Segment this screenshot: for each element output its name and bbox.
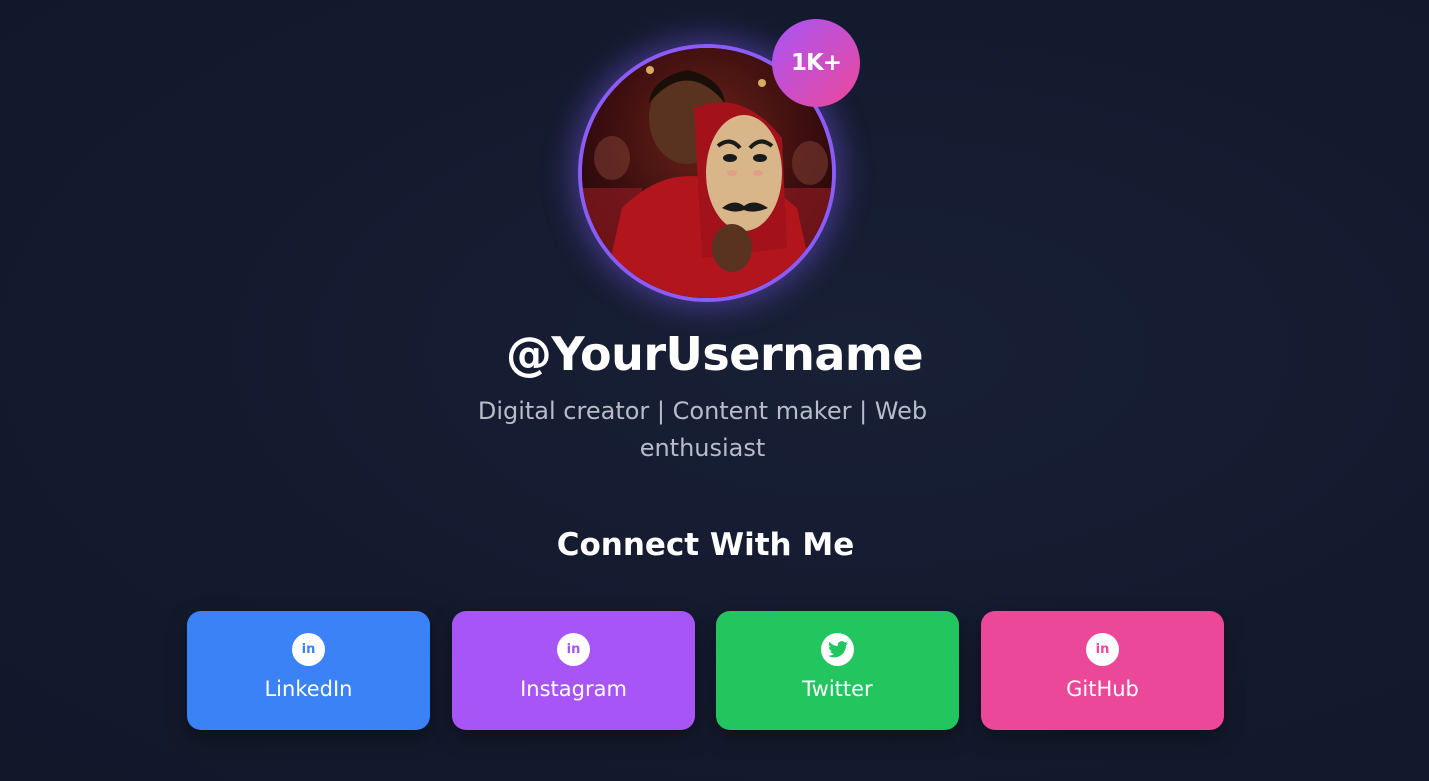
link-label-twitter: Twitter: [802, 677, 873, 701]
link-label-instagram: Instagram: [520, 677, 627, 701]
linkedin-icon: in: [1086, 633, 1119, 666]
link-label-github: GitHub: [1066, 677, 1139, 701]
follower-count-badge: 1K+: [772, 19, 860, 107]
instagram-link-button[interactable]: in Instagram: [452, 611, 695, 730]
connect-heading: Connect With Me: [556, 527, 855, 563]
github-link-button[interactable]: in GitHub: [981, 611, 1224, 730]
twitter-icon: [821, 633, 854, 666]
twitter-link-button[interactable]: Twitter: [716, 611, 959, 730]
linkedin-link-button[interactable]: in LinkedIn: [187, 611, 430, 730]
linkedin-icon: in: [557, 633, 590, 666]
twitter-bird-glyph: [827, 641, 848, 658]
linkedin-icon: in: [292, 633, 325, 666]
username-heading: @YourUsername: [505, 327, 924, 381]
profile-page: 1K+ @YourUsername Digital creator | Cont…: [0, 0, 1429, 781]
link-label-linkedin: LinkedIn: [264, 677, 353, 701]
bio-text: Digital creator | Content maker | Web en…: [477, 397, 928, 462]
